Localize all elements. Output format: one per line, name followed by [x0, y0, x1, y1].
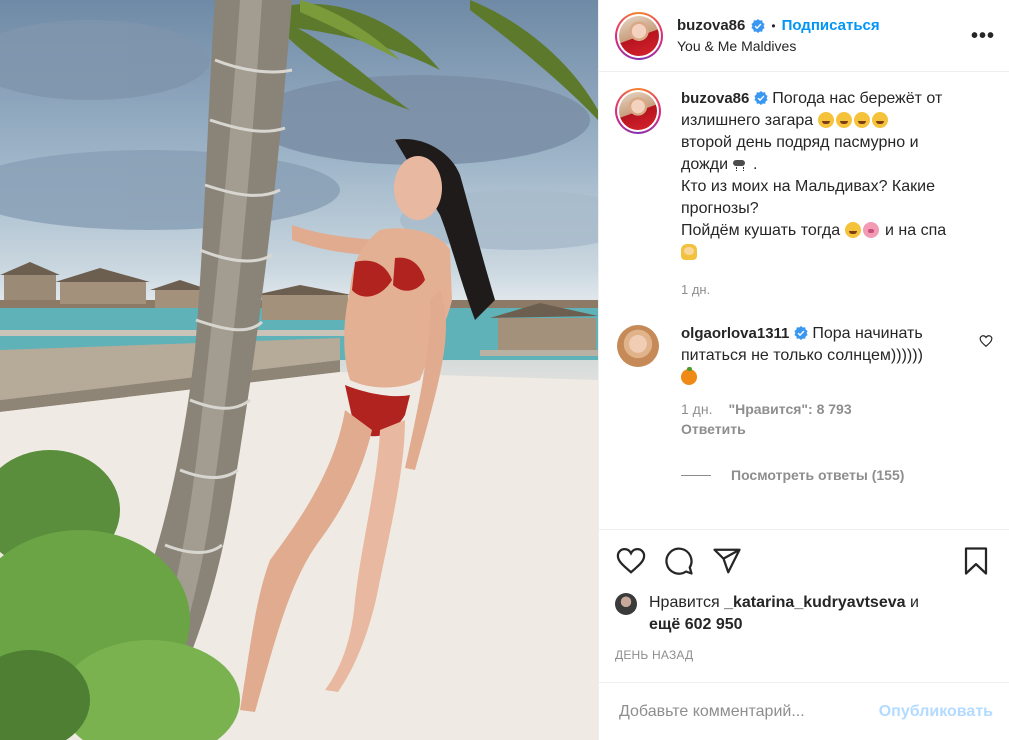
reply-button[interactable]: Ответить — [681, 421, 993, 437]
tangerine-emoji-icon — [681, 367, 697, 385]
likes-summary: Нравится _katarina_kudryavtseva и ещё 60… — [615, 592, 993, 636]
caption-avatar[interactable] — [615, 88, 661, 134]
post-photo[interactable] — [0, 0, 598, 740]
pig-emoji-icon — [862, 222, 879, 238]
add-comment-bar: Опубликовать — [599, 682, 1009, 740]
caption-text-8: и на спа — [885, 222, 947, 239]
verified-badge-icon — [794, 326, 808, 340]
caption-text-5: Кто из моих на Мальдивах? Какие — [681, 178, 935, 195]
share-send-icon[interactable] — [711, 546, 743, 576]
liker-avatar[interactable] — [615, 593, 637, 615]
follow-button[interactable]: Подписаться — [782, 17, 880, 34]
caption-text-6: прогнозы? — [681, 200, 759, 217]
action-bar — [615, 530, 993, 592]
author-username[interactable]: buzova86 — [677, 17, 745, 34]
verified-badge-icon — [751, 18, 765, 33]
joy-emoji-icon — [835, 112, 852, 128]
caption-text-7: Пойдём кушать тогда — [681, 222, 841, 239]
caption: buzova86 Погода нас бережёт от излишнего… — [615, 88, 993, 264]
like-heart-icon[interactable] — [615, 546, 647, 576]
comment-like-heart-icon[interactable] — [979, 334, 993, 348]
joy-emoji-icon — [853, 112, 870, 128]
instagram-post: buzova86 • Подписаться You & Me Maldives… — [0, 0, 1009, 740]
save-bookmark-icon[interactable] — [961, 545, 991, 577]
likes-and: и — [909, 594, 919, 611]
location-link[interactable]: You & Me Maldives — [677, 38, 880, 54]
view-replies-button[interactable]: Посмотреть ответы (155) — [681, 467, 993, 483]
comment: olgaorlova1311 Пора начинать питаться не… — [615, 323, 993, 389]
caption-text-4: дожди — [681, 156, 729, 173]
commenter-avatar[interactable] — [615, 323, 661, 369]
actions-area: Нравится _katarina_kudryavtseva и ещё 60… — [599, 529, 1009, 662]
comment-text-1: Пора начинать — [812, 325, 923, 342]
post-date[interactable]: ДЕНЬ НАЗАД — [615, 648, 993, 662]
likes-count[interactable]: ещё 602 950 — [649, 616, 743, 633]
clouds — [0, 20, 598, 250]
caption-dot: . — [752, 156, 758, 173]
caption-text-2: излишнего загара — [681, 112, 814, 129]
view-replies-label: Посмотреть ответы (155) — [731, 467, 905, 483]
comment-input[interactable] — [619, 702, 859, 721]
verified-badge-icon — [754, 91, 768, 105]
woman-spa-emoji-icon — [681, 244, 697, 260]
post-sidebar: buzova86 • Подписаться You & Me Maldives… — [598, 0, 1009, 740]
replies-line — [681, 474, 711, 476]
post-header: buzova86 • Подписаться You & Me Maldives… — [599, 0, 1009, 72]
more-options-icon[interactable]: ••• — [971, 26, 995, 46]
post-comment-button[interactable]: Опубликовать — [879, 703, 993, 721]
caption-text-3: второй день подряд пасмурно и — [681, 134, 919, 151]
liker-username[interactable]: _katarina_kudryavtseva — [724, 594, 905, 611]
beach-photo-illustration — [0, 0, 598, 740]
commenter-username[interactable]: olgaorlova1311 — [681, 325, 789, 342]
comment-text-2: питаться не только солнцем)))))) — [681, 347, 923, 364]
rain-cloud-emoji-icon — [732, 156, 746, 172]
likes-prefix: Нравится — [649, 594, 720, 611]
caption-time[interactable]: 1 дн. — [681, 282, 993, 297]
joy-emoji-icon — [817, 112, 834, 128]
caption-username[interactable]: buzova86 — [681, 90, 749, 107]
comments-area: buzova86 Погода нас бережёт от излишнего… — [599, 72, 1009, 529]
comment-meta: 1 дн. "Нравится": 8 793 — [681, 401, 993, 417]
comment-time[interactable]: 1 дн. — [681, 401, 712, 417]
separator-dot: • — [771, 18, 776, 33]
comment-bubble-icon[interactable] — [663, 546, 695, 576]
author-avatar[interactable] — [615, 11, 663, 60]
caption-text-1: Погода нас бережёт от — [772, 90, 943, 107]
joy-emoji-icon — [844, 222, 861, 238]
comment-likes-count[interactable]: "Нравится": 8 793 — [728, 401, 851, 417]
joy-emoji-icon — [871, 112, 888, 128]
